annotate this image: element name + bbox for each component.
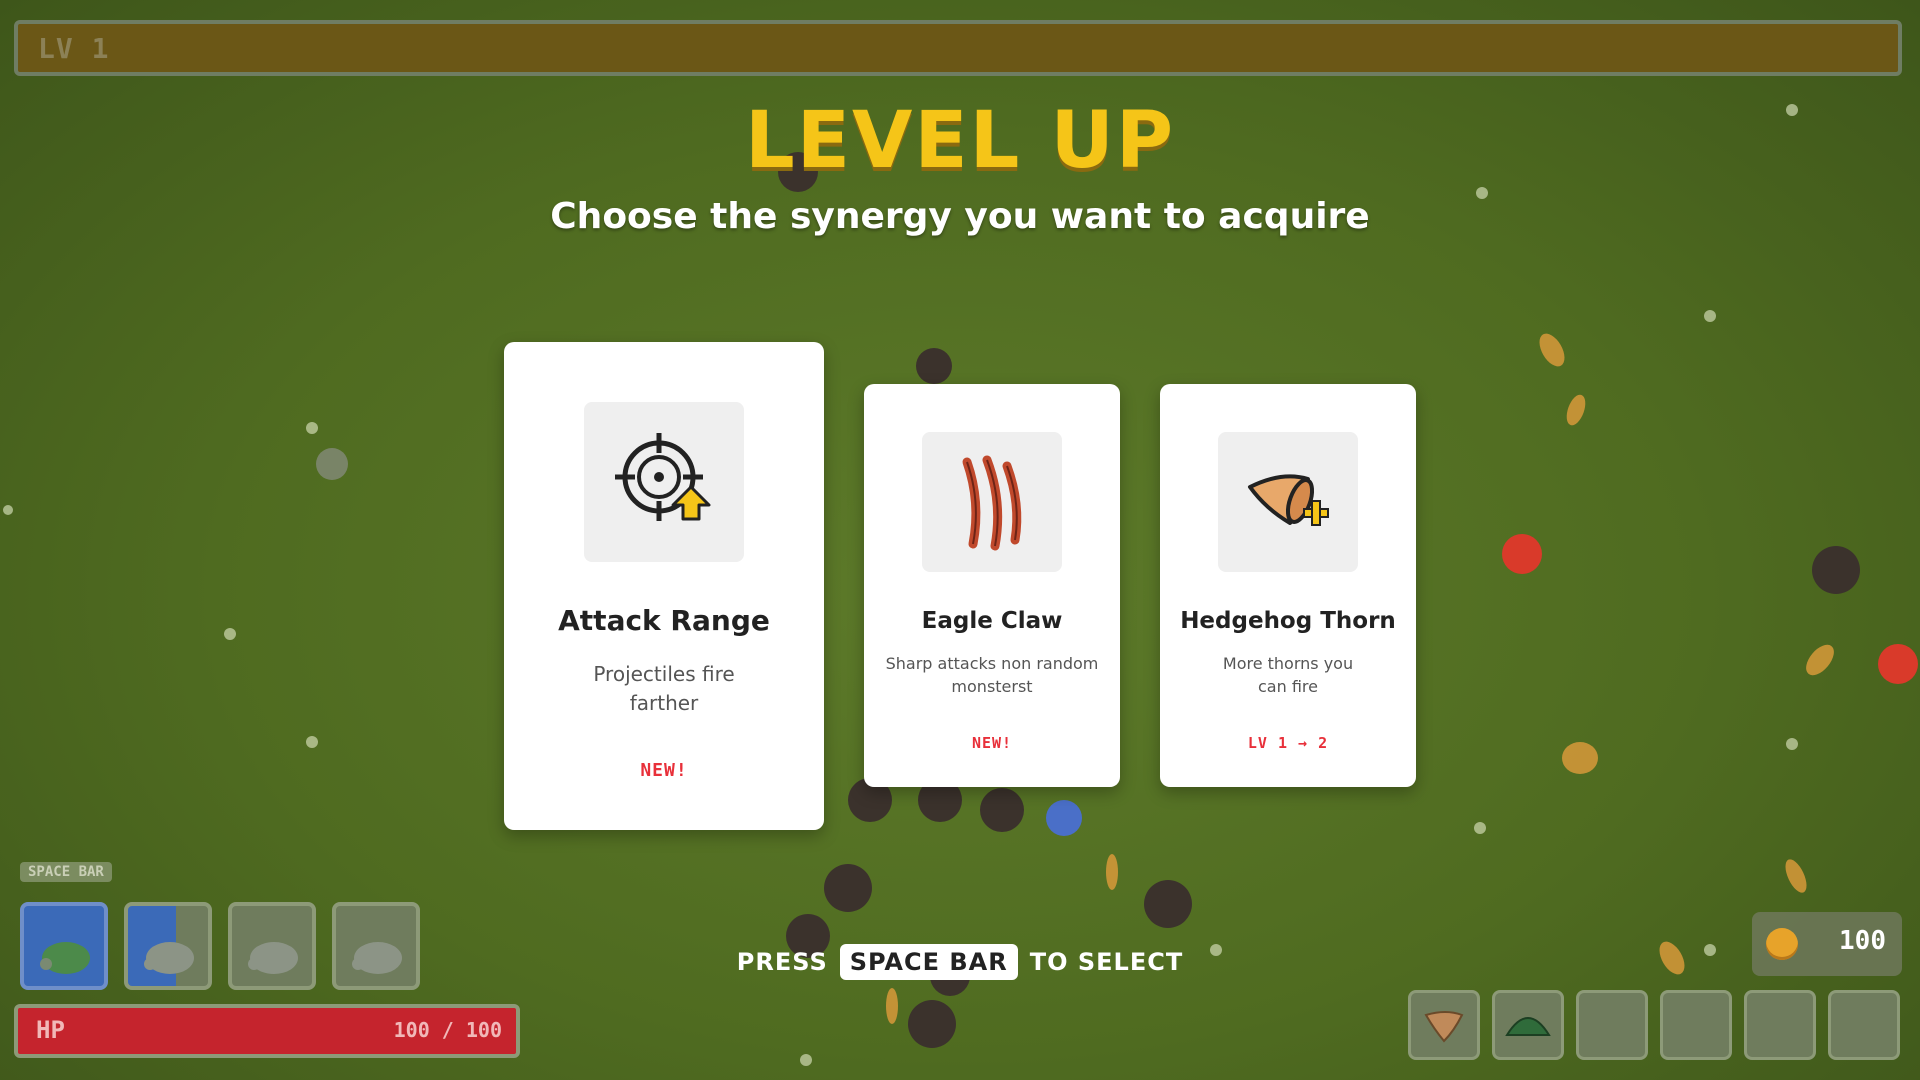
turtle-icon [248, 942, 298, 974]
skill-slot-2[interactable] [124, 902, 212, 990]
card-icon-frame [1218, 432, 1358, 572]
inventory-slot-5[interactable] [1744, 990, 1816, 1060]
card-badge: NEW! [971, 734, 1013, 752]
skill-slot-1[interactable] [20, 902, 108, 990]
inventory-slot-6[interactable] [1828, 990, 1900, 1060]
thorn-icon [1424, 1011, 1464, 1043]
turtle-icon [144, 942, 194, 974]
card-badge: NEW! [640, 760, 688, 781]
coin-counter: 100 [1752, 912, 1902, 976]
hp-label: HP [36, 1016, 65, 1044]
card-icon-frame [584, 402, 744, 562]
skill-key-tag: SPACE BAR [20, 862, 112, 882]
level-label: LV 1 [38, 32, 110, 65]
crosshair-upgrade-icon [615, 433, 711, 521]
card-title: Hedgehog Thorn [1180, 608, 1396, 634]
turtle-icon [352, 942, 402, 974]
skill-slot-3[interactable] [228, 902, 316, 990]
synergy-card-hedgehog-thorn[interactable]: Hedgehog Thorn More thorns you can fire … [1160, 384, 1416, 787]
inventory-slot-4[interactable] [1660, 990, 1732, 1060]
thorn-plus-icon [1248, 474, 1329, 526]
turtle-icon [40, 942, 90, 974]
card-title: Attack Range [558, 604, 770, 637]
claw-scratch-icon [962, 455, 1022, 551]
inventory-slot-3[interactable] [1576, 990, 1648, 1060]
apple-icon [1502, 534, 1542, 574]
coin-icon [1766, 928, 1798, 960]
card-description: Projectiles fire farther [593, 662, 735, 715]
inventory-slot-1[interactable] [1408, 990, 1480, 1060]
card-title: Eagle Claw [921, 608, 1063, 634]
inventory-slot-2[interactable] [1492, 990, 1564, 1060]
card-badge: LV 1 → 2 [1247, 734, 1329, 752]
hp-bar: HP 100 / 100 [14, 1004, 520, 1058]
hint-to-select: TO SELECT [1029, 948, 1184, 976]
card-description: Sharp attacks non random monsterst [885, 654, 1099, 697]
synergy-card-eagle-claw[interactable]: Eagle Claw Sharp attacks non random mons… [864, 384, 1120, 787]
synergy-card-attack-range[interactable]: Attack Range Projectiles fire farther NE… [504, 342, 824, 830]
card-description: More thorns you can fire [1222, 654, 1354, 697]
turtle-shell-icon [1505, 1017, 1551, 1036]
level-up-subtitle: Choose the synergy you want to acquire [550, 196, 1370, 237]
experience-bar: LV 1 [14, 20, 1902, 76]
hint-key: SPACE BAR [839, 944, 1018, 980]
skill-slot-4[interactable] [332, 902, 420, 990]
apple-icon [1878, 644, 1918, 684]
hint-press: PRESS [736, 948, 828, 976]
card-icon-frame [922, 432, 1062, 572]
hp-value: 100 / 100 [393, 1018, 502, 1042]
coin-value: 100 [1839, 926, 1886, 956]
level-up-title: LEVEL UP [745, 96, 1175, 186]
